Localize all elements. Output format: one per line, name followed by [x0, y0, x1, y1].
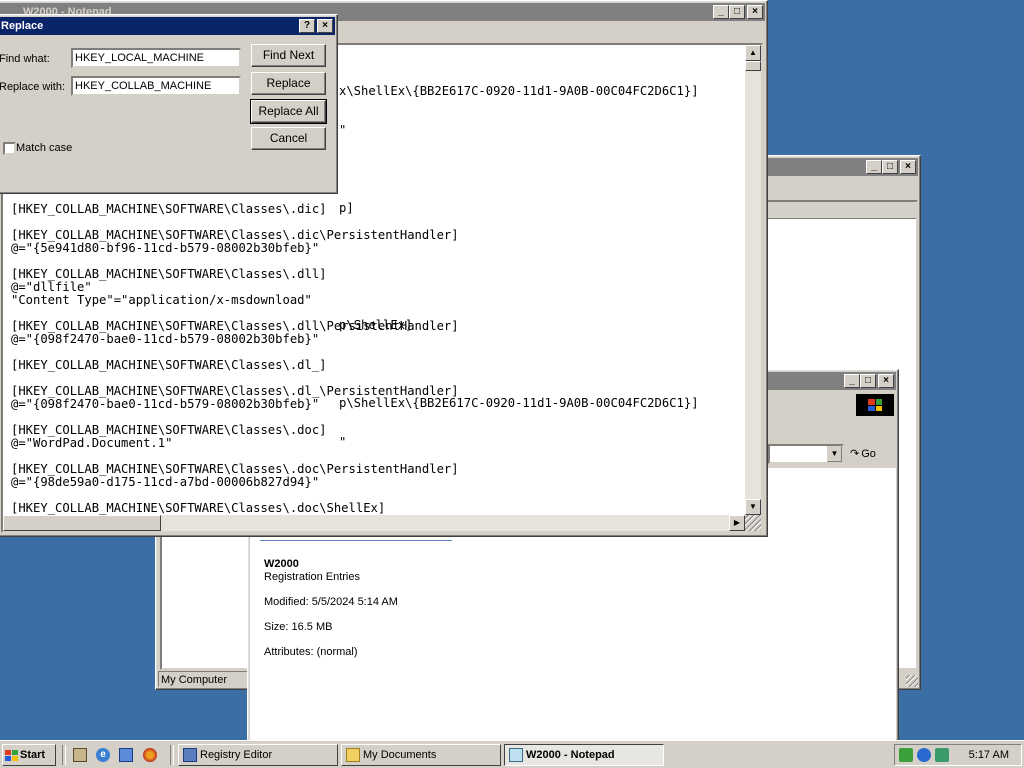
status-text: My Computer [161, 674, 228, 686]
registry-editor-icon [183, 748, 197, 762]
match-case-label[interactable]: Match case [16, 142, 72, 154]
notepad-text-lines: [HKEY_COLLAB_MACHINE\SOFTWARE\Classes\.d… [11, 203, 459, 515]
info-divider [260, 540, 452, 541]
text-line: "Content Type"="application/x-msdownload… [11, 293, 312, 307]
media-player-icon[interactable] [143, 748, 157, 762]
start-label: Start [20, 749, 46, 761]
file-modified: Modified: 5/5/2024 5:14 AM [264, 596, 398, 608]
help-icon[interactable]: ? [299, 19, 315, 33]
text-line: " [339, 123, 347, 137]
go-arrow-icon: ↷ [850, 448, 860, 460]
text-line: [HKEY_COLLAB_MACHINE\SOFTWARE\Classes\.d… [11, 501, 386, 515]
replace-with-label: Replace with: [0, 81, 66, 93]
clock[interactable]: 5:17 AM [969, 749, 1009, 761]
scroll-thumb-horizontal[interactable] [3, 515, 161, 531]
column-header-bar[interactable] [768, 202, 916, 219]
windows-flag-icon [5, 749, 18, 761]
quick-launch-separator [62, 745, 66, 765]
taskbar-button-registry-editor[interactable]: Registry Editor [178, 744, 338, 766]
scroll-thumb[interactable] [745, 61, 761, 71]
replace-with-value: HKEY_COLLAB_MACHINE [75, 80, 212, 92]
text-line: @="{098f2470-bae0-11cd-b579-08002b30bfeb… [11, 332, 320, 346]
horizontal-scrollbar[interactable]: ▶ [3, 515, 745, 531]
windows-logo-icon [856, 394, 894, 416]
outlook-express-icon[interactable] [119, 748, 133, 762]
text-line: @="{98de59a0-d175-11cd-a7bd-00006b827d94… [11, 475, 320, 489]
file-attributes: Attributes: (normal) [264, 646, 358, 658]
network-icon[interactable] [899, 748, 913, 762]
replace-dialog-caption-buttons: ? × [299, 19, 333, 33]
text-line: @="{5e941d80-bf96-11cd-b579-08002b30bfeb… [11, 241, 320, 255]
close-icon[interactable]: × [900, 160, 916, 174]
text-line: @="WordPad.Document.1" [11, 436, 173, 450]
quick-launch-separator [170, 745, 174, 765]
network-connections-icon[interactable] [935, 748, 949, 762]
cancel-button[interactable]: Cancel [251, 127, 326, 150]
text-line: [HKEY_COLLAB_MACHINE\SOFTWARE\Classes\.d… [11, 358, 327, 372]
replace-dialog-titlebar[interactable]: Replace [0, 17, 335, 35]
system-tray: 5:17 AM [894, 744, 1022, 766]
scroll-up-icon[interactable]: ▲ [745, 45, 761, 61]
start-button[interactable]: Start [2, 744, 56, 766]
show-desktop-icon[interactable] [73, 748, 87, 762]
scroll-down-icon[interactable]: ▼ [745, 499, 761, 515]
taskbar-button-notepad[interactable]: W2000 - Notepad [504, 744, 664, 766]
notepad-icon [509, 748, 523, 762]
vertical-scrollbar[interactable]: ▲ ▼ [745, 45, 761, 515]
find-what-value: HKEY_LOCAL_MACHINE [75, 52, 204, 64]
scroll-right-icon[interactable]: ▶ [729, 515, 745, 531]
text-line: @="{098f2470-bae0-11cd-b579-08002b30bfeb… [11, 397, 320, 411]
replace-all-button[interactable]: Replace All [250, 99, 327, 124]
text-line: x\ShellEx\{BB2E617C-0920-11d1-9A0B-00C04… [339, 84, 699, 98]
maximize-icon[interactable]: □ [882, 160, 898, 174]
find-what-label: Find what: [0, 53, 50, 65]
replace-button[interactable]: Replace [251, 72, 326, 95]
find-next-button[interactable]: Find Next [251, 44, 326, 67]
match-case-checkbox[interactable] [3, 142, 16, 155]
resize-grip-icon[interactable] [906, 675, 918, 687]
replace-dialog: Replace ? × Find what: HKEY_LOCAL_MACHIN… [0, 14, 338, 194]
globe-icon[interactable] [917, 748, 931, 762]
minimize-icon[interactable]: _ [866, 160, 882, 174]
chevron-down-icon[interactable]: ▼ [827, 446, 842, 462]
my-documents-caption-buttons: _ □ × [844, 374, 894, 388]
minimize-icon[interactable]: _ [844, 374, 860, 388]
file-name: W2000 [264, 558, 299, 570]
resize-grip-icon[interactable] [745, 515, 761, 531]
address-dropdown[interactable]: ▼ [768, 444, 844, 464]
file-type: Registration Entries [264, 571, 360, 583]
close-icon[interactable]: × [878, 374, 894, 388]
taskbar-button-label: My Documents [363, 749, 437, 761]
maximize-icon[interactable]: □ [729, 5, 745, 19]
close-icon[interactable]: × [747, 5, 763, 19]
status-bar: My Computer [158, 671, 248, 687]
maximize-icon[interactable]: □ [860, 374, 876, 388]
minimize-icon[interactable]: _ [713, 5, 729, 19]
replace-dialog-title: Replace [1, 20, 44, 32]
notepad-caption-buttons: _ □ × [713, 5, 763, 19]
taskbar-button-label: W2000 - Notepad [526, 749, 615, 761]
taskbar-button-my-documents[interactable]: My Documents [341, 744, 501, 766]
taskbar-button-label: Registry Editor [200, 749, 273, 761]
find-what-input[interactable]: HKEY_LOCAL_MACHINE [71, 48, 241, 68]
internet-explorer-icon[interactable]: e [96, 748, 110, 762]
folder-icon [346, 748, 360, 762]
file-size: Size: 16.5 MB [264, 621, 333, 633]
go-button[interactable]: ↷ Go [850, 444, 888, 464]
text-line: [HKEY_COLLAB_MACHINE\SOFTWARE\Classes\.d… [11, 202, 327, 216]
text-line [339, 163, 699, 176]
go-label: Go [861, 448, 876, 460]
replace-with-input[interactable]: HKEY_COLLAB_MACHINE [71, 76, 241, 96]
taskbar: Start e Registry Editor My Documents W20… [0, 740, 1024, 768]
close-icon[interactable]: × [317, 19, 333, 33]
registry-editor-caption-buttons: _ □ × [866, 160, 916, 174]
